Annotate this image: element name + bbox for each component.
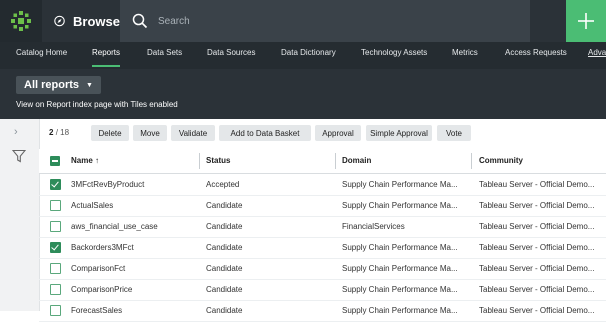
view-selector-dropdown[interactable]: All reports ▼ <box>16 76 101 94</box>
row-checkbox[interactable] <box>50 242 61 253</box>
cell-domain: Supply Chain Performance Ma... <box>342 243 458 252</box>
delete-button[interactable]: Delete <box>91 125 129 141</box>
nav-item-access-requests[interactable]: Access Requests <box>505 48 567 57</box>
column-header-status[interactable]: Status <box>206 156 230 165</box>
cell-community: Tableau Server - Official Demo... <box>479 264 595 273</box>
cell-community: Tableau Server - Official Demo... <box>479 180 595 189</box>
select-all-checkbox[interactable] <box>50 156 60 166</box>
cell-name[interactable]: ActualSales <box>71 201 113 210</box>
top-bar: Browse Search <box>0 0 606 42</box>
nav-item-reports[interactable]: Reports <box>92 48 120 57</box>
search-icon <box>132 13 148 29</box>
nav-item-data-dictionary[interactable]: Data Dictionary <box>281 48 336 57</box>
row-checkbox[interactable] <box>50 263 61 274</box>
selected-count: 2 <box>49 128 54 137</box>
add-to-data-basket-button[interactable]: Add to Data Basket <box>219 125 311 141</box>
cell-domain: Supply Chain Performance Ma... <box>342 264 458 273</box>
column-header-community[interactable]: Community <box>479 156 523 165</box>
cell-domain: FinancialServices <box>342 222 405 231</box>
cell-domain: Supply Chain Performance Ma... <box>342 201 458 210</box>
filter-icon[interactable] <box>12 149 26 163</box>
cell-name[interactable]: 3MFctRevByProduct <box>71 180 144 189</box>
cell-status: Candidate <box>206 243 243 252</box>
view-bar: All reports ▼ View on Report index page … <box>0 69 606 119</box>
view-selector-label: All reports <box>24 79 80 91</box>
table-header: Name ↑ Status Domain Community <box>39 149 606 174</box>
row-checkbox[interactable] <box>50 221 61 232</box>
search-input[interactable]: Search <box>158 16 190 27</box>
column-header-domain[interactable]: Domain <box>342 156 371 165</box>
row-checkbox[interactable] <box>50 284 61 295</box>
caret-down-icon: ▼ <box>86 81 93 89</box>
column-header-name[interactable]: Name ↑ <box>71 156 99 165</box>
active-tab-indicator <box>92 65 120 67</box>
alation-logo-icon[interactable] <box>0 0 42 42</box>
nav-item-advanced[interactable]: Adva <box>588 48 606 57</box>
search-bar[interactable]: Search <box>120 0 530 42</box>
column-divider <box>335 153 336 169</box>
simple-approval-button[interactable]: Simple Approval <box>366 125 432 141</box>
cell-domain: Supply Chain Performance Ma... <box>342 285 458 294</box>
filter-rail: › <box>0 119 40 311</box>
cell-community: Tableau Server - Official Demo... <box>479 285 595 294</box>
cell-name[interactable]: Backorders3MFct <box>71 243 134 252</box>
nav-item-data-sources[interactable]: Data Sources <box>207 48 255 57</box>
catalog-nav: Catalog Home Reports Data Sets Data Sour… <box>0 42 606 69</box>
compass-icon <box>54 15 65 27</box>
table-row[interactable]: ActualSales Candidate Supply Chain Perfo… <box>39 196 606 217</box>
browse-label: Browse <box>73 13 120 29</box>
cell-community: Tableau Server - Official Demo... <box>479 222 595 231</box>
cell-name[interactable]: ComparisonPrice <box>71 285 132 294</box>
cell-domain: Supply Chain Performance Ma... <box>342 180 458 189</box>
bulk-action-toolbar: 2 / 18 Delete Move Validate Add to Data … <box>39 119 606 147</box>
table-row[interactable]: ComparisonFct Candidate Supply Chain Per… <box>39 259 606 280</box>
cell-status: Accepted <box>206 180 240 189</box>
cell-name[interactable]: ComparisonFct <box>71 264 125 273</box>
view-description: View on Report index page with Tiles ena… <box>16 100 178 109</box>
move-button[interactable]: Move <box>133 125 167 141</box>
cell-status: Candidate <box>206 285 243 294</box>
column-divider <box>471 153 472 169</box>
cell-community: Tableau Server - Official Demo... <box>479 243 595 252</box>
plus-icon <box>578 13 594 29</box>
nav-item-catalog-home[interactable]: Catalog Home <box>16 48 67 57</box>
table-row[interactable]: aws_financial_use_case Candidate Financi… <box>39 217 606 238</box>
nav-item-technology-assets[interactable]: Technology Assets <box>361 48 427 57</box>
add-button[interactable] <box>566 0 606 42</box>
cell-community: Tableau Server - Official Demo... <box>479 201 595 210</box>
nav-item-metrics[interactable]: Metrics <box>452 48 478 57</box>
selection-count: 2 / 18 <box>49 128 69 137</box>
cell-status: Candidate <box>206 201 243 210</box>
cell-name[interactable]: aws_financial_use_case <box>71 222 158 231</box>
table-row[interactable]: Backorders3MFct Candidate Supply Chain P… <box>39 238 606 259</box>
row-checkbox[interactable] <box>50 200 61 211</box>
row-checkbox[interactable] <box>50 179 61 190</box>
total-count: / 18 <box>55 128 70 137</box>
nav-item-data-sets[interactable]: Data Sets <box>147 48 182 57</box>
chevron-right-icon[interactable]: › <box>14 126 18 138</box>
cell-status: Candidate <box>206 264 243 273</box>
cell-status: Candidate <box>206 222 243 231</box>
vote-button[interactable]: Vote <box>437 125 471 141</box>
header-spacer <box>530 0 566 42</box>
approval-button[interactable]: Approval <box>315 125 361 141</box>
table-row[interactable]: ComparisonPrice Candidate Supply Chain P… <box>39 280 606 301</box>
table-row[interactable]: 3MFctRevByProduct Accepted Supply Chain … <box>39 175 606 196</box>
column-divider <box>199 153 200 169</box>
browse-button[interactable]: Browse <box>42 0 120 42</box>
validate-button[interactable]: Validate <box>171 125 215 141</box>
table-row[interactable]: ForecastSales Candidate Supply Chain Per… <box>39 301 606 322</box>
